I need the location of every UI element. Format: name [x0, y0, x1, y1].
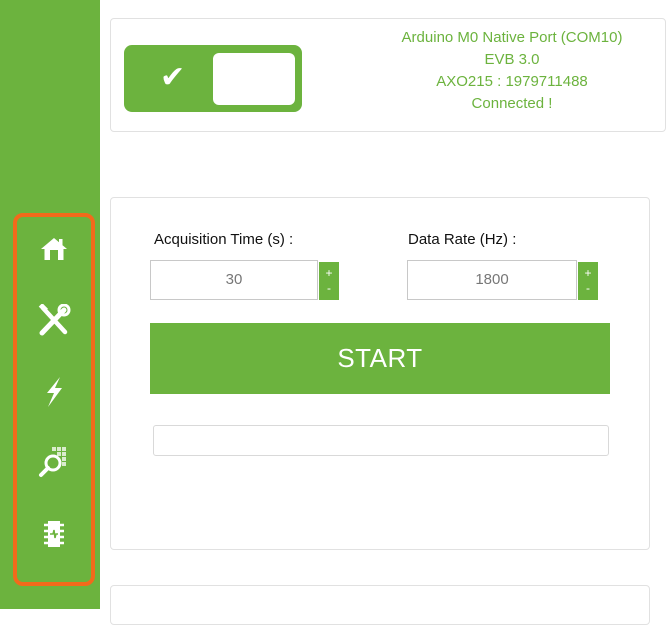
- sidebar: [0, 0, 100, 609]
- board-version: EVB 3.0: [484, 51, 540, 68]
- toggle-knob[interactable]: [213, 53, 295, 105]
- lightning-icon: [47, 377, 62, 407]
- data-rate-increment[interactable]: +: [584, 266, 591, 281]
- check-icon: ✔: [160, 60, 186, 95]
- acquisition-time-stepper: + -: [319, 262, 339, 300]
- acquisition-card: Acquisition Time (s) : Data Rate (Hz) : …: [110, 197, 650, 550]
- device-id: AXO215 : 1979711488: [436, 73, 588, 90]
- device-info: Arduino M0 Native Port (COM10) EVB 3.0 A…: [359, 27, 665, 115]
- nav-scan[interactable]: [30, 440, 78, 484]
- nav-tools[interactable]: [30, 298, 78, 342]
- nav-chip[interactable]: [30, 512, 78, 556]
- acquisition-time-input[interactable]: 30: [150, 260, 318, 300]
- data-rate-stepper: + -: [578, 262, 598, 300]
- home-icon: [41, 238, 67, 260]
- connection-status-card: ✔ Arduino M0 Native Port (COM10) EVB 3.0…: [110, 18, 666, 132]
- tools-icon: [38, 304, 71, 336]
- magnifier-grid-icon: [39, 447, 66, 477]
- connection-status: Connected !: [471, 95, 553, 112]
- data-rate-label: Data Rate (Hz) :: [408, 231, 517, 248]
- nav-power[interactable]: [30, 370, 78, 414]
- port-name: Arduino M0 Native Port (COM10): [401, 29, 623, 46]
- progress-bar: [153, 425, 609, 456]
- acquisition-time-decrement[interactable]: -: [327, 281, 331, 296]
- data-rate-decrement[interactable]: -: [586, 281, 590, 296]
- start-button[interactable]: START: [150, 323, 610, 394]
- data-rate-input[interactable]: 1800: [407, 260, 577, 300]
- acquisition-time-increment[interactable]: +: [325, 266, 332, 281]
- chip-icon: [44, 521, 64, 547]
- connection-toggle[interactable]: ✔: [124, 45, 302, 112]
- secondary-card: [110, 585, 650, 625]
- acquisition-time-label: Acquisition Time (s) :: [154, 231, 294, 248]
- nav-home[interactable]: [30, 227, 78, 271]
